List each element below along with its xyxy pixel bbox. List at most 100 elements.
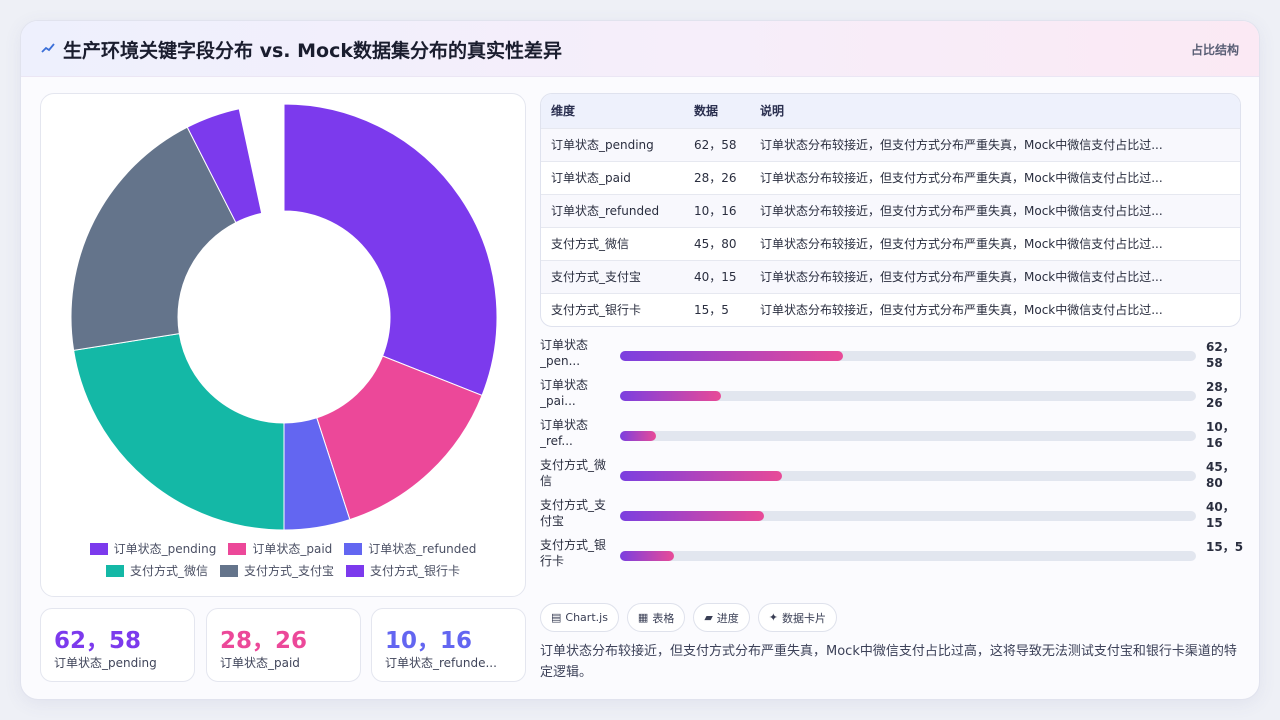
- table-icon: ▦: [637, 611, 649, 624]
- legend-item[interactable]: 支付方式_银行卡: [346, 562, 460, 579]
- progress-track: [620, 551, 1196, 561]
- legend-swatch: [228, 542, 247, 555]
- progress-label: 支付方式_银行卡: [540, 538, 607, 568]
- progress-bars: 订单状态_pen... 62，58 订单状态_pai... 28，26 订单状态…: [540, 337, 1243, 577]
- table-row[interactable]: 订单状态_paid 28，26 订单状态分布较接近，但支付方式分布严重失真，Mock…: [541, 161, 1240, 194]
- progress-value: 28，26: [1206, 380, 1235, 410]
- chip-table[interactable]: ▦ 表格: [626, 603, 686, 632]
- table-row[interactable]: 订单状态_pending 62，58 订单状态分布较接近，但支付方式分布严重失真，M…: [541, 128, 1240, 161]
- cell-data: 10，16: [694, 204, 737, 218]
- chip-label: Chart.js: [565, 611, 608, 624]
- section-tag: 占比结构: [1190, 43, 1239, 57]
- table-header-row: 维度 数据 说明: [541, 94, 1240, 128]
- cell-data: 15，5: [694, 303, 729, 318]
- progress-track: [620, 471, 1196, 481]
- legend-row-1: 订单状态_pending 订单状态_paid 订单状态_refunded: [41, 540, 525, 557]
- legend-label: 订单状态_paid: [252, 542, 333, 556]
- cell-data: 40，15: [694, 270, 737, 284]
- legend-item[interactable]: 支付方式_支付宝: [219, 562, 334, 579]
- legend-item[interactable]: 订单状态_paid: [228, 540, 332, 557]
- legend-row-2: 支付方式_微信 支付方式_支付宝 支付方式_银行卡: [41, 562, 525, 579]
- stat-label: 订单状态_paid: [220, 656, 300, 670]
- column-header-dimension[interactable]: 维度: [541, 94, 684, 128]
- cell-note: 订单状态分布较接近，但支付方式分布严重失真，Mock中微信支付占比过...: [760, 237, 1163, 251]
- cell-note: 订单状态分布较接近，但支付方式分布严重失真，Mock中微信支付占比过...: [760, 204, 1163, 218]
- progress-track: [620, 431, 1196, 441]
- chip-label: 进度: [716, 611, 739, 625]
- legend-swatch: [219, 564, 238, 577]
- progress-value: 62，58: [1206, 340, 1235, 370]
- cell-dimension: 订单状态_pending: [551, 138, 654, 152]
- table-row[interactable]: 支付方式_银行卡 15，5 订单状态分布较接近，但支付方式分布严重失真，Mock中微…: [541, 293, 1240, 326]
- chip-progress[interactable]: ▰ 进度: [693, 603, 750, 632]
- progress-label: 支付方式_微信: [540, 458, 607, 488]
- stat-value: 62，58: [54, 628, 142, 654]
- progress-label: 订单状态_pai...: [540, 378, 589, 408]
- table-row[interactable]: 支付方式_微信 45，80 订单状态分布较接近，但支付方式分布严重失真，Mock中微…: [541, 227, 1240, 260]
- progress-fill: [620, 431, 656, 441]
- legend-label: 订单状态_pending: [113, 542, 217, 556]
- progress-icon: ▰: [704, 611, 713, 624]
- cell-dimension: 订单状态_refunded: [551, 204, 660, 218]
- progress-row: 订单状态_pen... 62，58: [540, 337, 1241, 377]
- progress-fill: [620, 511, 764, 521]
- cell-note: 订单状态分布较接近，但支付方式分布严重失真，Mock中微信支付占比过...: [760, 303, 1163, 318]
- chip-data-card[interactable]: ✦ 数据卡片: [757, 603, 838, 632]
- stat-value: 10，16: [385, 628, 473, 654]
- progress-value: 10，16: [1206, 420, 1235, 450]
- legend-swatch: [89, 542, 108, 555]
- progress-track: [620, 351, 1196, 361]
- progress-value: 40，15: [1206, 500, 1235, 530]
- summary-text: 订单状态分布较接近，但支付方式分布严重失真，Mock中微信支付占比过高，这将导致…: [540, 644, 1237, 680]
- stat-card-refunded: 10，16 订单状态_refunde...: [371, 608, 526, 682]
- cell-dimension: 支付方式_微信: [551, 237, 630, 251]
- progress-fill: [620, 391, 721, 401]
- legend-label: 支付方式_微信: [129, 564, 208, 578]
- chart-icon: ▤: [551, 611, 562, 624]
- dashboard-card: 生产环境关键字段分布 vs. Mock数据集分布的真实性差异 占比结构 订单状态…: [20, 20, 1260, 700]
- cell-data: 28，26: [694, 171, 737, 185]
- progress-value: 15，5: [1206, 540, 1244, 554]
- progress-row: 支付方式_银行卡 15，5: [540, 537, 1243, 577]
- table-row[interactable]: 支付方式_支付宝 40，15 订单状态分布较接近，但支付方式分布严重失真，Mock中…: [541, 260, 1240, 293]
- progress-value: 45，80: [1206, 460, 1235, 490]
- cell-note: 订单状态分布较接近，但支付方式分布严重失真，Mock中微信支付占比过...: [760, 171, 1163, 185]
- doughnut-slice[interactable]: [283, 103, 498, 397]
- legend-swatch: [346, 564, 364, 577]
- doughnut-slice[interactable]: [73, 333, 285, 531]
- progress-fill: [620, 351, 843, 361]
- column-header-data[interactable]: 数据: [684, 94, 750, 128]
- page-title: 生产环境关键字段分布 vs. Mock数据集分布的真实性差异: [63, 40, 563, 62]
- data-table: 维度 数据 说明 订单状态_pending 62，58 订单状态分布较接近，但支付方…: [540, 93, 1241, 327]
- legend-swatch: [344, 542, 363, 555]
- legend-label: 支付方式_银行卡: [370, 564, 461, 578]
- stat-card-paid: 28，26 订单状态_paid: [206, 608, 361, 682]
- progress-fill: [620, 471, 782, 481]
- table-row[interactable]: 订单状态_refunded 10，16 订单状态分布较接近，但支付方式分布严重失真，…: [541, 194, 1240, 227]
- cell-dimension: 支付方式_支付宝: [551, 270, 642, 284]
- doughnut-chart[interactable]: [41, 94, 527, 534]
- cell-dimension: 订单状态_paid: [551, 171, 631, 185]
- chip-chartjs[interactable]: ▤ Chart.js: [540, 603, 619, 632]
- chip-label: 表格: [652, 611, 675, 625]
- stat-card-pending: 62，58 订单状态_pending: [40, 608, 195, 682]
- card-header: 生产环境关键字段分布 vs. Mock数据集分布的真实性差异 占比结构: [21, 21, 1259, 77]
- stat-label: 订单状态_pending: [54, 656, 157, 670]
- progress-label: 支付方式_支付宝: [540, 498, 607, 528]
- progress-track: [620, 391, 1196, 401]
- legend-swatch: [105, 564, 124, 577]
- progress-row: 订单状态_pai... 28，26: [540, 377, 1241, 417]
- progress-fill: [620, 551, 675, 561]
- stat-value: 28，26: [220, 628, 308, 654]
- progress-row: 支付方式_微信 45，80: [540, 457, 1241, 497]
- progress-track: [620, 511, 1196, 521]
- legend-item[interactable]: 支付方式_微信: [105, 562, 208, 579]
- chart-line-icon: [41, 43, 55, 53]
- doughnut-chart-panel: 订单状态_pending 订单状态_paid 订单状态_refunded 支付方式_…: [40, 93, 526, 597]
- sparkle-icon: ✦: [768, 611, 779, 624]
- column-header-note[interactable]: 说明: [750, 94, 1240, 128]
- legend-item[interactable]: 订单状态_pending: [89, 540, 217, 557]
- legend-item[interactable]: 订单状态_refunded: [344, 540, 476, 557]
- chip-label: 数据卡片: [782, 611, 827, 625]
- progress-row: 支付方式_支付宝 40，15: [540, 497, 1241, 537]
